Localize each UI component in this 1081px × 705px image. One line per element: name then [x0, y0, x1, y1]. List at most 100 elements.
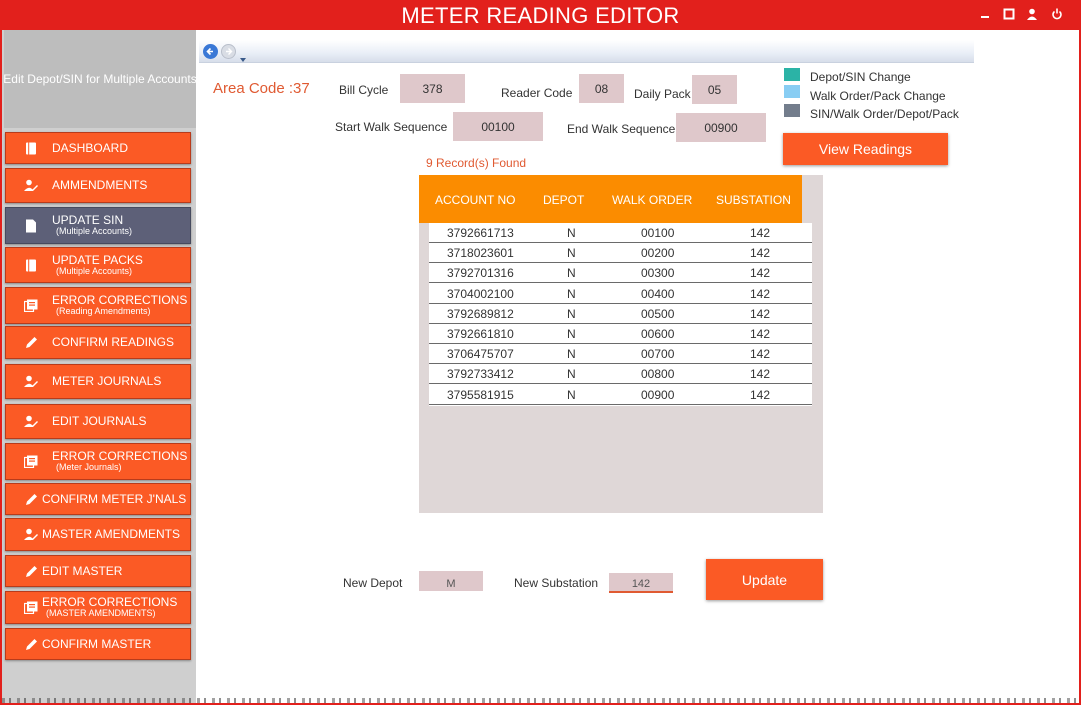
pencil-icon [24, 336, 38, 350]
end-walk-field[interactable]: 00900 [676, 113, 766, 142]
new-substation-label: New Substation [514, 576, 599, 590]
sidebar-item-label: CONFIRM READINGS [52, 335, 175, 350]
account-no-cell: 3792701316 [447, 266, 514, 281]
grid-body: 3792661713 N 00100 142 3718023601 N 00200 142 37… [429, 223, 812, 406]
sidebar-item-label: EDIT MASTER [42, 563, 123, 578]
power-icon[interactable] [1050, 8, 1064, 22]
sidebar-item-edit-master-11[interactable]: EDIT MASTER [5, 555, 191, 587]
substation-cell: 142 [750, 226, 771, 240]
table-row[interactable]: 3795581915 N 00900 142 [429, 385, 812, 405]
substation-cell: 142 [750, 286, 771, 301]
sidebar-item-sublabel: (Reading Amendments) [56, 306, 151, 317]
substation-cell: 142 [750, 246, 771, 261]
walk-order-cell: 00800 [641, 367, 675, 382]
sidebar-item-error-corrections-8[interactable]: ERROR CORRECTIONS (Meter Journals) [5, 443, 191, 480]
depot-cell: N [567, 246, 576, 261]
walk-order-cell: 00100 [641, 226, 675, 240]
sidebar-item-confirm-master-13[interactable]: CONFIRM MASTER [5, 628, 191, 660]
table-row[interactable]: 3718023601 N 00200 142 [429, 243, 812, 264]
grid-header: ACCOUNT NO DEPOT WALK ORDER SUBSTATION [419, 175, 802, 223]
forward-icon[interactable] [221, 44, 236, 59]
account-no-cell: 3795581915 [447, 387, 514, 402]
sidebar-item-label: METER JOURNALS [52, 374, 162, 389]
legend-depot-sin: Depot/SIN Change [810, 70, 911, 84]
substation-cell: 142 [750, 367, 771, 382]
sidebar-item-update-sin-2[interactable]: UPDATE SIN (Multiple Accounts) [5, 207, 191, 244]
sidebar-item-ammendments-1[interactable]: AMMENDMENTS [5, 168, 191, 203]
depot-cell: N [567, 347, 576, 362]
table-row[interactable]: 3704002100 N 00400 142 [429, 284, 812, 304]
sidebar-item-sublabel: (Multiple Accounts) [56, 226, 133, 237]
sidebar-item-label: UPDATE PACKS [52, 252, 143, 267]
new-depot-field[interactable]: M [419, 571, 483, 591]
account-no-cell: 3704002100 [447, 286, 514, 301]
pencil-icon [24, 492, 38, 506]
legend-sin-walk: SIN/Walk Order/Depot/Pack [810, 107, 959, 121]
daily-pack-label: Daily Pack [634, 87, 691, 101]
sidebar-item-confirm-meter-j-nals-9[interactable]: CONFIRM METER J'NALS [5, 483, 191, 515]
depot-cell: N [567, 306, 576, 321]
walk-order-cell: 00900 [641, 387, 675, 402]
sidebar-item-error-corrections-12[interactable]: ERROR CORRECTIONS (MASTER AMENDMENTS) [5, 591, 191, 624]
sidebar-item-label: MASTER AMENDMENTS [42, 527, 181, 542]
sidebar-item-update-packs-3[interactable]: UPDATE PACKS (Multiple Accounts) [5, 247, 191, 283]
list-icon [24, 601, 38, 615]
new-substation-field[interactable]: 142 [609, 573, 673, 593]
walk-order-cell: 00400 [641, 286, 675, 301]
column-header-account[interactable]: ACCOUNT NO [435, 193, 515, 207]
sidebar-item-edit-journals-7[interactable]: EDIT JOURNALS [5, 404, 191, 439]
column-header-depot[interactable]: DEPOT [543, 193, 584, 207]
back-icon[interactable] [203, 44, 218, 59]
sidebar-item-label: CONFIRM METER J'NALS [42, 491, 187, 506]
maximize-icon[interactable] [1002, 8, 1016, 22]
account-no-cell: 3792689812 [447, 306, 514, 321]
legend-swatch-depot-sin [784, 68, 800, 81]
book-icon [24, 258, 38, 272]
account-no-cell: 3792733412 [447, 367, 514, 382]
walk-order-cell: 00200 [641, 246, 675, 261]
user-edit-icon [24, 375, 38, 389]
substation-cell: 142 [750, 266, 771, 281]
sidebar-item-confirm-readings-5[interactable]: CONFIRM READINGS [5, 326, 191, 359]
sidebar-item-sublabel: (MASTER AMENDMENTS) [46, 608, 156, 619]
walk-order-cell: 00300 [641, 266, 675, 281]
sidebar-item-meter-journals-6[interactable]: METER JOURNALS [5, 364, 191, 399]
column-header-walk-order[interactable]: WALK ORDER [612, 193, 692, 207]
depot-cell: N [567, 327, 576, 341]
sidebar-item-dashboard-0[interactable]: DASHBOARD [5, 132, 191, 164]
start-walk-label: Start Walk Sequence [335, 120, 448, 134]
update-button[interactable]: Update [706, 559, 823, 600]
sidebar-item-label: DASHBOARD [52, 140, 129, 155]
pencil-icon [24, 637, 38, 651]
sidebar-item-sublabel: (Meter Journals) [56, 462, 122, 473]
table-row[interactable]: 3706475707 N 00700 142 [429, 344, 812, 365]
bill-cycle-field[interactable]: 378 [400, 74, 465, 103]
sidebar-item-label: EDIT JOURNALS [52, 414, 147, 429]
minimize-icon[interactable] [978, 8, 992, 22]
history-dropdown-icon[interactable] [240, 49, 246, 67]
user-edit-icon [24, 179, 38, 193]
account-no-cell: 3718023601 [447, 246, 514, 261]
account-no-cell: 3706475707 [447, 347, 514, 362]
daily-pack-field[interactable]: 05 [692, 75, 737, 104]
bill-cycle-label: Bill Cycle [339, 83, 389, 97]
table-row[interactable]: 3792689812 N 00500 142 [429, 304, 812, 324]
records-found: 9 Record(s) Found [426, 156, 527, 170]
account-no-cell: 3792661810 [447, 327, 514, 341]
sidebar-item-master-amendments-10[interactable]: MASTER AMENDMENTS [5, 518, 191, 551]
reader-code-field[interactable]: 08 [579, 74, 624, 103]
sidebar-item-error-corrections-4[interactable]: ERROR CORRECTIONS (Reading Amendments) [5, 287, 191, 324]
depot-cell: N [567, 286, 576, 301]
user-icon[interactable] [1025, 8, 1039, 22]
table-row[interactable]: 3792661810 N 00600 142 [429, 324, 812, 344]
walk-order-cell: 00700 [641, 347, 675, 362]
sidebar-header: Edit Depot/SIN for Multiple Accounts [4, 30, 196, 128]
table-row[interactable]: 3792661713 N 00100 142 [429, 223, 812, 243]
title-bar: METER READING EDITOR [0, 0, 1081, 30]
column-header-substation[interactable]: SUBSTATION [716, 193, 791, 207]
view-readings-button[interactable]: View Readings [783, 133, 948, 165]
table-row[interactable]: 3792733412 N 00800 142 [429, 364, 812, 385]
status-strip [2, 698, 1079, 703]
start-walk-field[interactable]: 00100 [453, 112, 543, 141]
table-row[interactable]: 3792701316 N 00300 142 [429, 263, 812, 284]
